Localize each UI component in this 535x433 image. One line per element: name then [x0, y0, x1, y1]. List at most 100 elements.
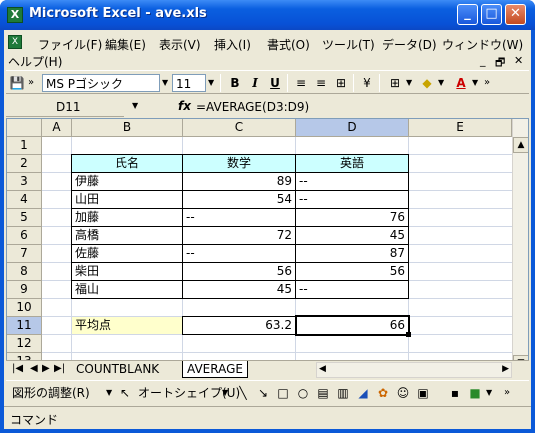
rectangle-icon[interactable]: □: [274, 384, 292, 402]
3d-dropdown-icon[interactable]: ▼: [486, 384, 492, 402]
row-header-7[interactable]: 7: [7, 245, 42, 263]
scroll-up-button[interactable]: ▲: [513, 137, 528, 153]
column-header-e[interactable]: E: [409, 119, 512, 137]
underline-button[interactable]: U: [266, 74, 284, 92]
wordart-icon[interactable]: ◢: [354, 384, 372, 402]
toolbar-overflow-icon[interactable]: »: [484, 74, 490, 92]
row-header-11[interactable]: 11: [7, 317, 42, 335]
3d-icon[interactable]: ■: [466, 384, 484, 402]
borders-dropdown-icon[interactable]: ▼: [406, 74, 412, 92]
cell-c11[interactable]: 63.2: [182, 316, 296, 335]
name-box[interactable]: D11: [6, 99, 124, 117]
prev-sheet-icon[interactable]: ◀: [30, 363, 38, 374]
column-header-a[interactable]: A: [42, 119, 72, 137]
cell-b2[interactable]: 氏名: [71, 154, 183, 173]
worksheet-grid[interactable]: A B C D E 1 2 3 4 5 6 7 8 9 10 11 12 13: [6, 118, 529, 370]
font-name-select[interactable]: MS Pゴシック: [42, 74, 160, 92]
column-header-c[interactable]: C: [183, 119, 296, 137]
doc-minimize-button[interactable]: _: [480, 54, 486, 67]
oval-icon[interactable]: ○: [294, 384, 312, 402]
menu-format[interactable]: 書式(O): [267, 36, 310, 53]
toolbar-overflow-icon[interactable]: »: [504, 384, 510, 402]
vertical-scrollbar[interactable]: ▲ ▼: [512, 119, 528, 369]
cell-b5[interactable]: 加藤: [71, 208, 183, 227]
row-header-10[interactable]: 10: [7, 299, 42, 317]
save-icon[interactable]: 💾: [8, 74, 26, 92]
currency-style-icon[interactable]: ¥: [358, 74, 376, 92]
cell-d9[interactable]: --: [295, 280, 409, 299]
menu-insert[interactable]: 挿入(I): [214, 36, 251, 53]
text-box-icon[interactable]: ▤: [314, 384, 332, 402]
scroll-right-icon[interactable]: ▶: [502, 364, 509, 374]
cell-d2[interactable]: 英語: [295, 154, 409, 173]
insert-picture-icon[interactable]: ▣: [414, 384, 432, 402]
line-icon[interactable]: ╲: [234, 384, 252, 402]
fill-color-dropdown-icon[interactable]: ▼: [438, 74, 444, 92]
excel-app-icon[interactable]: X: [7, 7, 23, 23]
borders-icon[interactable]: ⊞: [386, 74, 404, 92]
row-header-3[interactable]: 3: [7, 173, 42, 191]
bold-button[interactable]: B: [226, 74, 244, 92]
cell-d4[interactable]: --: [295, 190, 409, 209]
cell-d5[interactable]: 76: [295, 208, 409, 227]
close-button[interactable]: ✕: [505, 4, 526, 25]
cell-c9[interactable]: 45: [182, 280, 296, 299]
last-sheet-icon[interactable]: ▶|: [54, 363, 65, 374]
draw-menu-button[interactable]: 図形の調整(R): [12, 384, 90, 402]
minimize-button[interactable]: _: [457, 4, 478, 25]
diagram-icon[interactable]: ✿: [374, 384, 392, 402]
column-header-b[interactable]: B: [72, 119, 183, 137]
menu-file[interactable]: ファイル(F): [38, 36, 102, 53]
horizontal-scrollbar[interactable]: ◀ ▶: [316, 362, 512, 378]
doc-close-button[interactable]: ✕: [514, 54, 523, 67]
menu-help[interactable]: ヘルプ(H): [8, 53, 62, 70]
clip-art-icon[interactable]: ☺: [394, 384, 412, 402]
maximize-button[interactable]: □: [481, 4, 502, 25]
cell-b9[interactable]: 福山: [71, 280, 183, 299]
row-header-8[interactable]: 8: [7, 263, 42, 281]
row-header-6[interactable]: 6: [7, 227, 42, 245]
merge-center-icon[interactable]: ⊞: [332, 74, 350, 92]
fill-color-icon[interactable]: ◆: [418, 74, 436, 92]
row-header-1[interactable]: 1: [7, 137, 42, 155]
row-header-12[interactable]: 12: [7, 335, 42, 353]
select-objects-icon[interactable]: ↖: [116, 384, 134, 402]
cell-b6[interactable]: 高橋: [71, 226, 183, 245]
row-header-2[interactable]: 2: [7, 155, 42, 173]
first-sheet-icon[interactable]: |◀: [12, 363, 23, 374]
fill-handle[interactable]: [406, 332, 411, 337]
title-bar[interactable]: X Microsoft Excel - ave.xls _ □ ✕: [0, 0, 535, 30]
cell-c4[interactable]: 54: [182, 190, 296, 209]
cell-c6[interactable]: 72: [182, 226, 296, 245]
name-box-dropdown-icon[interactable]: ▼: [132, 101, 138, 110]
font-size-dropdown-icon[interactable]: ▼: [208, 74, 214, 92]
font-color-dropdown-icon[interactable]: ▼: [472, 74, 478, 92]
scroll-left-icon[interactable]: ◀: [319, 364, 326, 374]
cell-c2[interactable]: 数学: [182, 154, 296, 173]
select-all-corner[interactable]: [7, 119, 42, 137]
sheet-tab-countblank[interactable]: COUNTBLANK: [72, 361, 163, 378]
font-size-select[interactable]: 11: [172, 74, 206, 92]
font-color-icon[interactable]: A: [452, 74, 470, 92]
column-header-d[interactable]: D: [296, 119, 409, 137]
autoshapes-dropdown-icon[interactable]: ▼: [222, 384, 228, 402]
italic-button[interactable]: I: [246, 74, 264, 92]
insert-function-icon[interactable]: fx: [178, 99, 191, 113]
menu-data[interactable]: データ(D): [382, 36, 437, 53]
cell-b8[interactable]: 柴田: [71, 262, 183, 281]
menu-window[interactable]: ウィンドウ(W): [442, 36, 523, 53]
shadow-icon[interactable]: ▪: [446, 384, 464, 402]
cell-c8[interactable]: 56: [182, 262, 296, 281]
cell-c5[interactable]: --: [182, 208, 296, 227]
document-icon[interactable]: X: [8, 35, 22, 49]
cell-c3[interactable]: 89: [182, 172, 296, 191]
cell-d8[interactable]: 56: [295, 262, 409, 281]
cell-b7[interactable]: 佐藤: [71, 244, 183, 263]
cell-d6[interactable]: 45: [295, 226, 409, 245]
next-sheet-icon[interactable]: ▶: [42, 363, 50, 374]
toolbar-overflow-icon[interactable]: »: [28, 74, 34, 92]
align-center-icon[interactable]: ≡: [312, 74, 330, 92]
cell-b3[interactable]: 伊藤: [71, 172, 183, 191]
draw-menu-dropdown-icon[interactable]: ▼: [106, 384, 112, 402]
menu-edit[interactable]: 編集(E): [105, 36, 146, 53]
